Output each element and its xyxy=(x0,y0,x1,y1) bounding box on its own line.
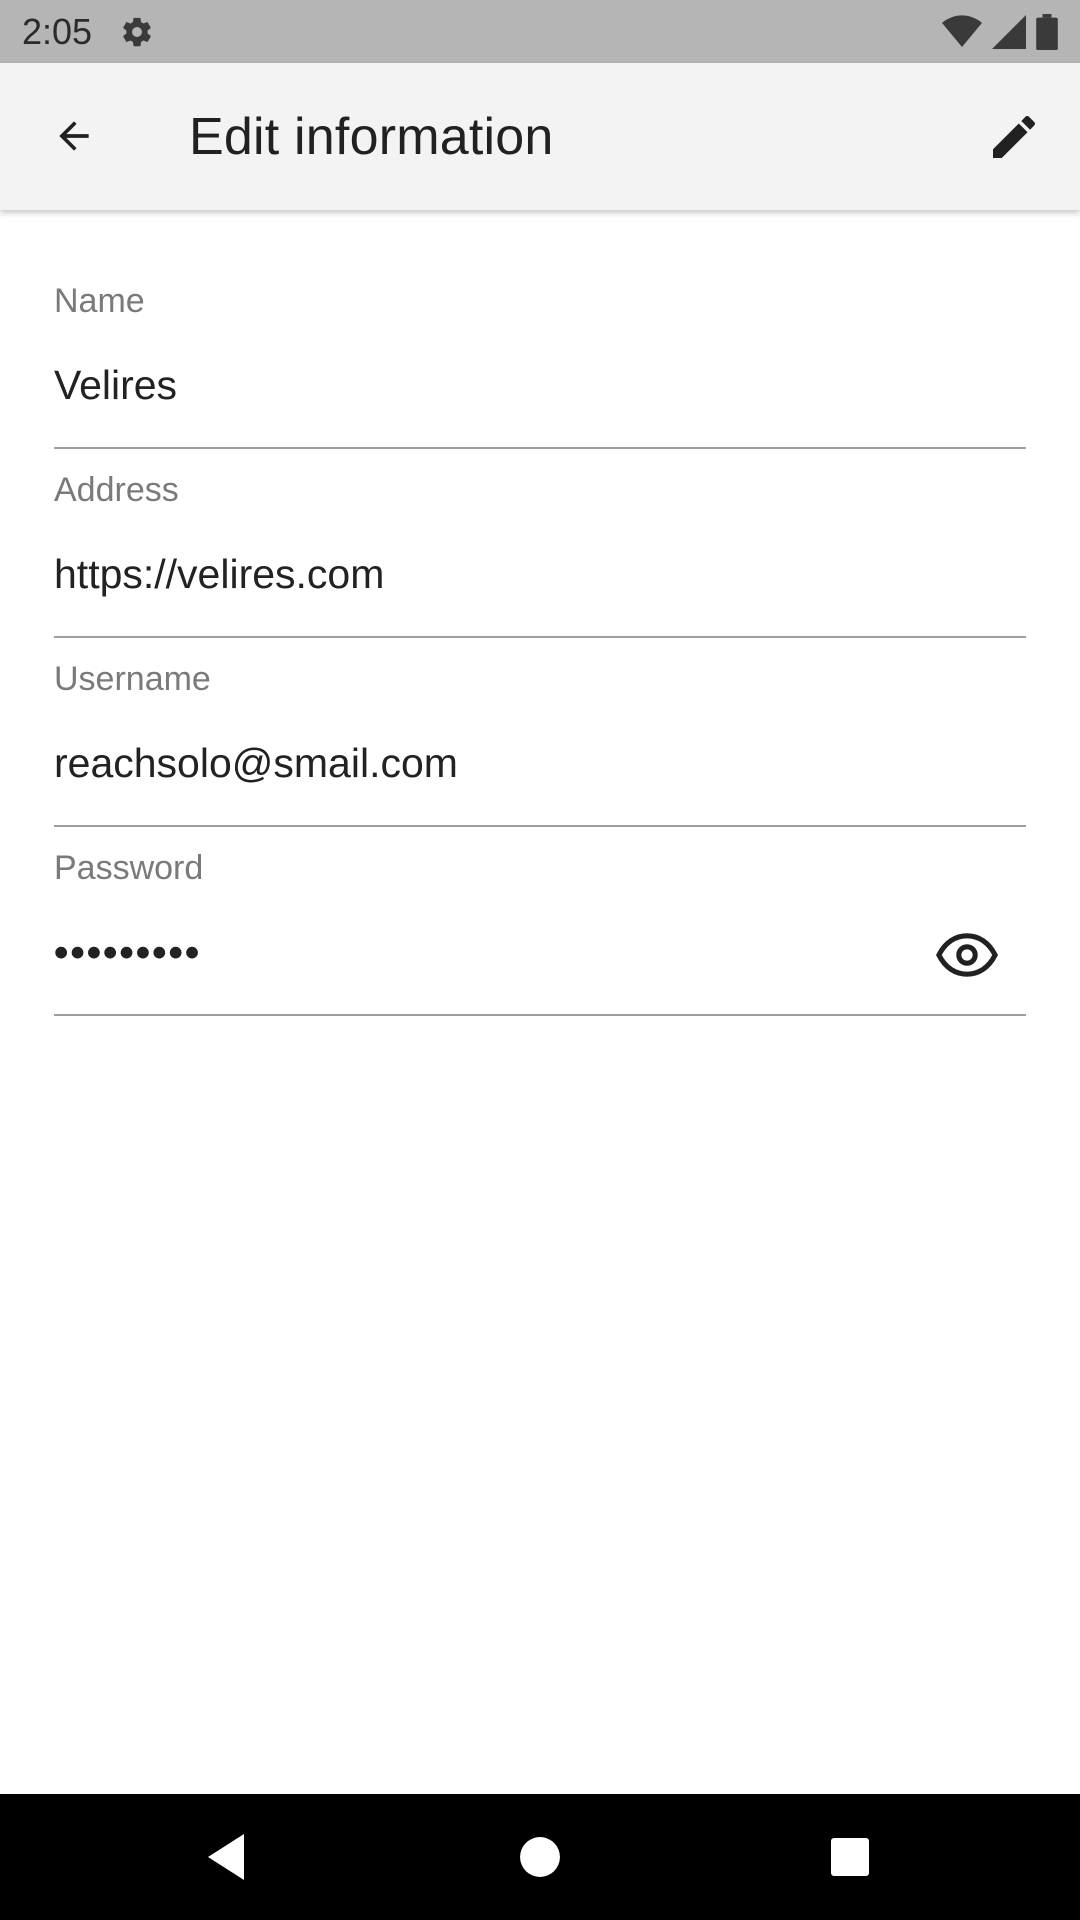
arrow-left-icon xyxy=(59,121,89,151)
password-label: Password xyxy=(54,849,204,887)
home-circle-icon xyxy=(520,1837,560,1877)
battery-icon xyxy=(1036,13,1058,50)
address-field[interactable]: Address https://velires.com xyxy=(54,449,1026,638)
wifi-icon xyxy=(942,14,982,47)
password-field[interactable]: Password ••••••••• xyxy=(54,827,1026,1016)
eye-icon xyxy=(936,933,998,977)
app-bar: Edit information xyxy=(0,63,1080,210)
settings-icon xyxy=(123,17,151,46)
nav-home-button[interactable] xyxy=(510,1827,570,1887)
password-input[interactable]: ••••••••• xyxy=(54,929,201,976)
status-bar: 2:05 xyxy=(0,0,1080,63)
edit-button[interactable] xyxy=(976,103,1052,171)
recents-square-icon xyxy=(831,1838,869,1876)
pencil-icon xyxy=(993,115,1036,158)
signal-icon xyxy=(992,14,1026,49)
status-icons xyxy=(942,13,1058,50)
username-label: Username xyxy=(54,660,211,698)
name-input[interactable]: Velires xyxy=(54,362,177,409)
system-navigation-bar xyxy=(0,1794,1080,1920)
status-time: 2:05 xyxy=(22,10,93,52)
screen: 2:05 Edit information Name Velires Addre… xyxy=(0,0,1080,1920)
edit-form: Name Velires Address https://velires.com… xyxy=(54,210,1026,1016)
toggle-password-visibility-button[interactable] xyxy=(934,927,1000,983)
address-input[interactable]: https://velires.com xyxy=(54,551,384,598)
name-label: Name xyxy=(54,282,145,320)
nav-recents-button[interactable] xyxy=(820,1827,880,1887)
back-triangle-icon xyxy=(208,1834,244,1880)
username-input[interactable]: reachsolo@smail.com xyxy=(54,740,458,787)
nav-back-button[interactable] xyxy=(196,1827,256,1887)
name-field[interactable]: Name Velires xyxy=(54,210,1026,449)
username-field[interactable]: Username reachsolo@smail.com xyxy=(54,638,1026,827)
back-button[interactable] xyxy=(36,105,112,167)
page-title: Edit information xyxy=(189,108,554,166)
address-label: Address xyxy=(54,471,179,509)
